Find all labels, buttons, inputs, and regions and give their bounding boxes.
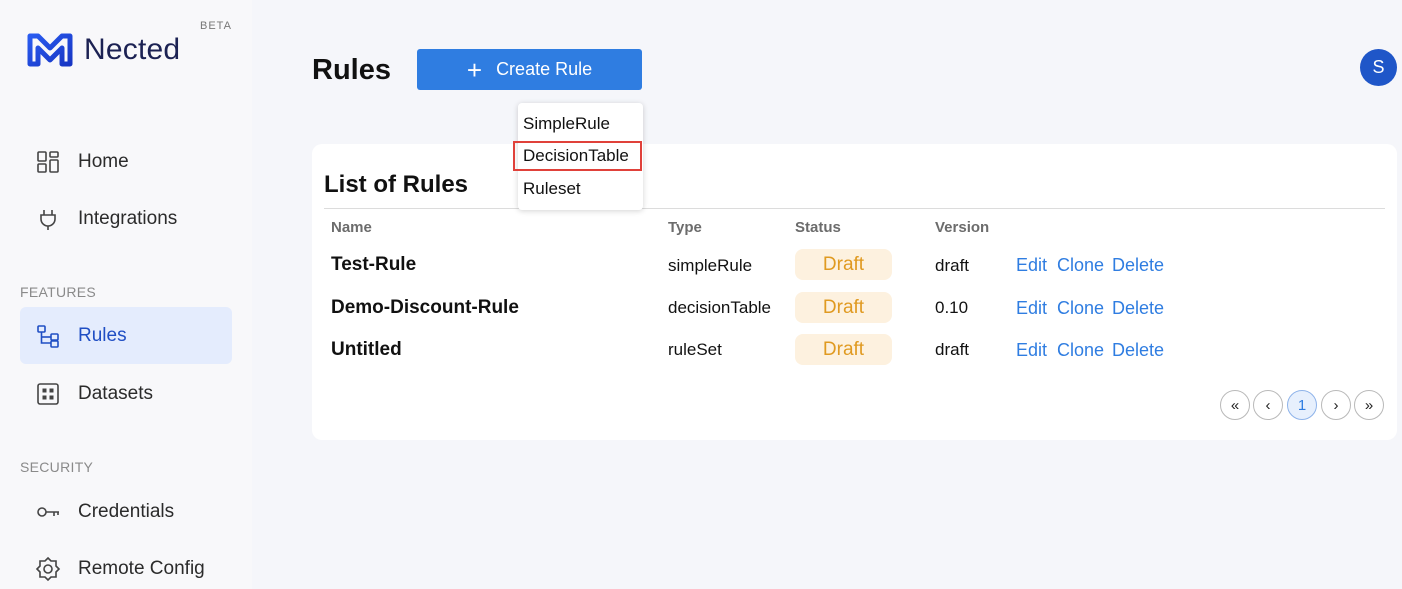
status-badge: Draft	[795, 249, 892, 280]
create-rule-label: Create Rule	[496, 59, 593, 79]
nected-logo-icon	[27, 33, 73, 67]
first-page-button[interactable]: «	[1220, 390, 1250, 420]
menu-item-decisiontable[interactable]: DecisionTable	[513, 141, 642, 171]
column-header-name: Name	[331, 219, 372, 236]
rule-name[interactable]: Test-Rule	[331, 254, 416, 276]
rules-list-title: List of Rules	[324, 171, 469, 198]
page-number-button[interactable]: 1	[1287, 390, 1317, 420]
menu-item-simplerule[interactable]: SimpleRule	[518, 109, 643, 139]
rule-version: draft	[935, 340, 970, 359]
clone-link[interactable]: Clone	[1057, 340, 1104, 361]
rule-name[interactable]: Demo-Discount-Rule	[331, 297, 519, 319]
features-section-label: FEATURES	[20, 284, 97, 300]
sidebar-item-label: Integrations	[78, 207, 178, 229]
key-icon	[34, 498, 62, 526]
plug-icon	[34, 205, 62, 233]
rules-card: List of Rules Name Type Status Version T…	[312, 144, 1397, 440]
menu-item-ruleset[interactable]: Ruleset	[518, 174, 643, 204]
sidebar-item-integrations[interactable]: Integrations	[20, 190, 232, 247]
sidebar-item-label: Rules	[78, 324, 127, 346]
sidebar: Nected BETA Home Integrations FEATURES R…	[0, 0, 252, 589]
sidebar-item-rules[interactable]: Rules	[20, 307, 232, 364]
rule-type: ruleSet	[668, 340, 722, 359]
divider	[324, 208, 1385, 209]
dashboard-icon	[34, 148, 62, 176]
delete-link[interactable]: Delete	[1112, 340, 1164, 361]
status-badge: Draft	[795, 334, 892, 365]
status-badge: Draft	[795, 292, 892, 323]
sidebar-item-label: Home	[78, 150, 129, 172]
create-rule-button[interactable]: + Create Rule	[417, 49, 642, 90]
plus-icon: +	[466, 54, 483, 85]
column-header-status: Status	[795, 219, 841, 236]
gear-icon	[34, 555, 62, 583]
delete-link[interactable]: Delete	[1112, 298, 1164, 319]
grid-icon	[34, 380, 62, 408]
security-section-label: SECURITY	[20, 459, 94, 475]
sidebar-item-home[interactable]: Home	[20, 133, 232, 190]
rule-version: 0.10	[935, 298, 969, 317]
page-title: Rules	[312, 54, 391, 86]
edit-link[interactable]: Edit	[1016, 340, 1047, 361]
create-rule-dropdown: SimpleRule DecisionTable Ruleset	[513, 103, 643, 210]
rule-type: simpleRule	[668, 256, 753, 275]
sidebar-item-label: Remote Config	[78, 557, 205, 579]
rule-name[interactable]: Untitled	[331, 339, 402, 361]
rule-type: decisionTable	[668, 298, 772, 317]
edit-link[interactable]: Edit	[1016, 255, 1047, 276]
column-header-version: Version	[935, 219, 990, 236]
prev-page-button[interactable]: ‹	[1253, 390, 1283, 420]
app: Nected BETA Home Integrations FEATURES R…	[0, 0, 1402, 589]
brand-logo[interactable]: Nected	[24, 30, 180, 70]
beta-badge: BETA	[200, 20, 232, 32]
clone-link[interactable]: Clone	[1057, 255, 1104, 276]
last-page-button[interactable]: »	[1354, 390, 1384, 420]
delete-link[interactable]: Delete	[1112, 255, 1164, 276]
sidebar-item-remote-config[interactable]: Remote Config	[20, 540, 232, 589]
sidebar-item-label: Credentials	[78, 500, 175, 522]
column-header-type: Type	[668, 219, 702, 236]
clone-link[interactable]: Clone	[1057, 298, 1104, 319]
brand-name: Nected	[84, 33, 181, 66]
avatar[interactable]: S	[1360, 49, 1397, 86]
edit-link[interactable]: Edit	[1016, 298, 1047, 319]
hierarchy-icon	[34, 322, 62, 350]
sidebar-item-datasets[interactable]: Datasets	[20, 365, 232, 422]
sidebar-item-credentials[interactable]: Credentials	[20, 483, 232, 540]
next-page-button[interactable]: ›	[1321, 390, 1351, 420]
rule-version: draft	[935, 256, 970, 275]
sidebar-item-label: Datasets	[78, 382, 153, 404]
